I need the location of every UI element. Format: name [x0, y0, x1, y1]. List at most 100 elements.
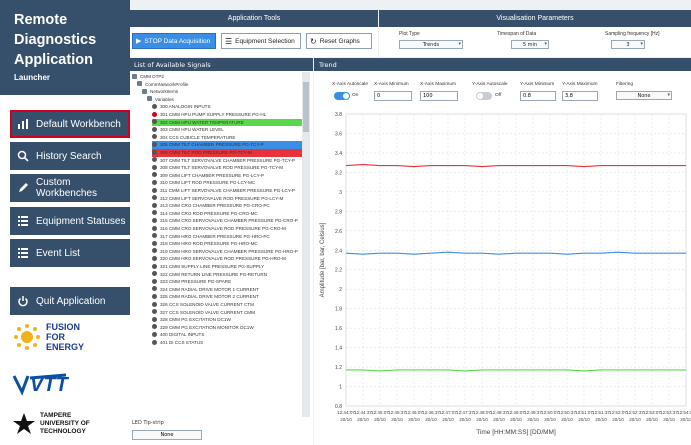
signal-dot-icon [152, 339, 157, 345]
nav-event-list[interactable]: Event List [10, 239, 130, 267]
signal-row[interactable]: 322 CMM RETURN LINE PRESSURE PG-RETURN [152, 271, 302, 279]
signal-row[interactable]: 308 CMM TILT SERVOVALVE ROD PRESSURE PG-… [152, 164, 302, 172]
signal-row[interactable]: 305 CMM TILT CHAMBER PRESSURE PG-TCY-P [152, 141, 302, 149]
play-icon: ▶ [136, 38, 142, 45]
y-tick-label: 1 [339, 385, 342, 391]
signal-row[interactable]: 313 CMM CRO CHAMBER PRESSURE PG-CRO-PC [152, 202, 302, 210]
y-tick-label: 3.2 [335, 170, 342, 176]
x-tick-label: 12:52:07 [609, 410, 627, 415]
signal-dot-icon [152, 293, 157, 299]
signal-dot-icon [152, 172, 157, 178]
signal-row[interactable]: Variables [147, 96, 302, 104]
signal-row[interactable]: 320 CMM HRO SERVOVALVE ROD PRESSURE PG-H… [152, 255, 302, 263]
sampling-frequency-select[interactable]: 3 ▾ [611, 40, 645, 49]
nav-label: Custom Workbenches [36, 177, 97, 199]
nav-history-search[interactable]: History Search [10, 142, 130, 170]
signal-row[interactable]: 301 CMM HPU PUMP SUPPLY PRESSURE PG-HL [152, 111, 302, 119]
signal-row[interactable]: 400 DIGITAL INPUTS [152, 331, 302, 339]
signal-row[interactable]: CommNetworkProfile [137, 81, 302, 89]
signal-row[interactable]: 327 CCS SOLENOID VALVE CURRENT CMM [152, 309, 302, 317]
signal-dot-icon [152, 103, 157, 109]
signal-row[interactable]: 300 ANALOGIN INPUTS [152, 103, 302, 111]
signal-row[interactable]: 318 CMM HRO ROD PRESSURE PG-HRO-MC [152, 240, 302, 248]
select-value: 5 min [522, 41, 538, 48]
signal-dot-icon [152, 119, 157, 125]
button-label: Equipment Selection [235, 37, 295, 45]
reset-graphs-button[interactable]: ↻ Reset Graphs [306, 33, 372, 49]
nav-equipment-statuses[interactable]: Equipment Statuses [10, 207, 130, 235]
signal-dot-icon [152, 331, 157, 337]
signal-row[interactable]: 316 CMM CRO SERVOVALVE ROD PRESSURE PG-C… [152, 225, 302, 233]
signal-row[interactable]: 310 CMM LIFT ROD PRESSURE PG-LCY-MC [152, 179, 302, 187]
trend-panel: Trend X-Axis Autoscale On X-Axis Minimum… [314, 58, 691, 445]
y-tick-label: 3.8 [335, 112, 342, 118]
signal-row[interactable]: 311 CMM LIFT SERVOVALVE CHAMBER PRESSURE… [152, 187, 302, 195]
scrollbar-thumb[interactable] [303, 82, 309, 132]
signal-dot-icon [152, 187, 157, 193]
plot-type-select[interactable]: Trends ▾ [399, 40, 463, 49]
x-tick-label: 20/10 [374, 417, 386, 422]
signal-row[interactable]: 304 CCS CUBICLE TEMPERATURE [152, 134, 302, 142]
signals-tree[interactable]: CMM DTP2 CommNetworkProfile NetworkItems Va… [132, 72, 302, 417]
nav-custom-workbenches[interactable]: Custom Workbenches [10, 174, 130, 202]
signal-row[interactable]: NetworkItems [142, 88, 302, 96]
signal-row[interactable]: 328 CMM PG EXCITATION DC1W [152, 316, 302, 324]
signal-row[interactable]: 325 CMM RADIAL DRIVE MOTOR 2 CURRENT [152, 293, 302, 301]
signal-row[interactable]: 324 CMM RADIAL DRIVE MOTOR 1 CURRENT [152, 286, 302, 294]
signal-row[interactable]: 314 CMM CRO ROD PRESSURE PG-CRO-MC [152, 210, 302, 218]
y-tick-label: 1.6 [335, 326, 342, 332]
signal-label: 301 CMM HPU PUMP SUPPLY PRESSURE PG-HL [160, 112, 267, 117]
x-tick-label: 20/10 [442, 417, 454, 422]
signal-row[interactable]: 317 CMM HRO CHAMBER PRESSURE PG-HRO-PC [152, 233, 302, 241]
signal-row[interactable]: 401 DI CCS STATUS [152, 339, 302, 347]
nav-label: Equipment Statuses [36, 215, 126, 227]
led-tipstrip-select[interactable]: None [132, 430, 202, 440]
logo-text: FOR [46, 332, 65, 342]
signal-row[interactable]: 309 CMM LIFT CHAMBER PRESSURE PG-LCY-P [152, 172, 302, 180]
left-sidebar: Remote Diagnostics Application Launcher … [0, 0, 130, 445]
stop-acquisition-button[interactable]: ▶ STOP Data Acquisition [132, 33, 216, 49]
x-tick-label: 12:53:37 [660, 410, 678, 415]
signal-row[interactable]: 312 CMM LIFT SERVOVALVE ROD PRESSURE PG-… [152, 195, 302, 203]
x-tick-label: 12:54:07 [677, 410, 691, 415]
brand-line-1: Remote [14, 12, 68, 28]
signal-row[interactable]: 315 CMM CRO SERVOVALVE CHAMBER PRESSURE … [152, 217, 302, 225]
signals-scrollbar[interactable] [302, 72, 310, 417]
y-tick-label: 3.4 [335, 151, 342, 157]
signal-dot-icon [152, 301, 157, 307]
signal-label: 315 CMM CRO SERVOVALVE CHAMBER PRESSURE … [160, 218, 298, 224]
signal-row[interactable]: 303 CMM HPU WATER LEVEL [152, 126, 302, 134]
brand-line-3: Application [14, 52, 93, 68]
signal-row[interactable]: 306 CMM TILT ROD PRESSURE PG-TCY-M [152, 149, 302, 157]
signal-dot-icon [152, 233, 157, 239]
signal-row[interactable]: 329 CMM PG EXCITATION MONITOR DC1W [152, 324, 302, 332]
brand-line-2: Diagnostics [14, 32, 97, 48]
header-label: Application Tools [227, 15, 281, 22]
logo-text: UNIVERSITY OF [40, 420, 90, 427]
signal-row[interactable]: CMM DTP2 [132, 73, 302, 81]
nav-label: Event List [36, 247, 80, 259]
nav-label: Default Workbench [36, 118, 121, 130]
list-icon [16, 214, 30, 228]
quit-button[interactable]: Quit Application [10, 287, 130, 315]
signal-row[interactable]: 302 CMM HPU WATER TEMPERATURE [152, 118, 302, 127]
signal-row[interactable]: 321 CMM SUPPLY LINE PRESSURE PG-SUPPLY [152, 263, 302, 271]
signal-dot-icon [152, 225, 157, 231]
signal-dot-icon [152, 134, 157, 140]
signal-label: 305 CMM TILT CHAMBER PRESSURE PG-TCY-P [160, 142, 264, 148]
signal-row[interactable]: 307 CMM TILT SERVOVALVE CHAMBER PRESSURE… [152, 157, 302, 165]
button-label: Reset Graphs [319, 37, 360, 45]
x-tick-label: 20/10 [646, 417, 658, 422]
nav-default-workbench[interactable]: Default Workbench [10, 110, 130, 138]
signal-dot-icon [152, 217, 157, 223]
timespan-select[interactable]: 5 min ▾ [511, 40, 549, 49]
signal-row[interactable]: 323 CMM PRESSURE PG-SPARE [152, 278, 302, 286]
signal-row[interactable]: 326 CCS SOLENOID VALVE CURRENT CTM [152, 301, 302, 309]
x-tick-label: 12:44:07 [337, 410, 355, 415]
equipment-selection-button[interactable]: ☰ Equipment Selection [221, 33, 301, 49]
x-tick-label: 20/10 [561, 417, 573, 422]
trend-chart: 0.811.21.41.61.822.22.42.62.833.23.43.63… [320, 112, 691, 436]
signal-row[interactable]: 319 CMM HRO SERVOVALVE CHAMBER PRESSURE … [152, 248, 302, 256]
x-tick-label: 12:51:37 [592, 410, 610, 415]
signal-label: 310 CMM LIFT ROD PRESSURE PG-LCY-MC [160, 180, 256, 186]
